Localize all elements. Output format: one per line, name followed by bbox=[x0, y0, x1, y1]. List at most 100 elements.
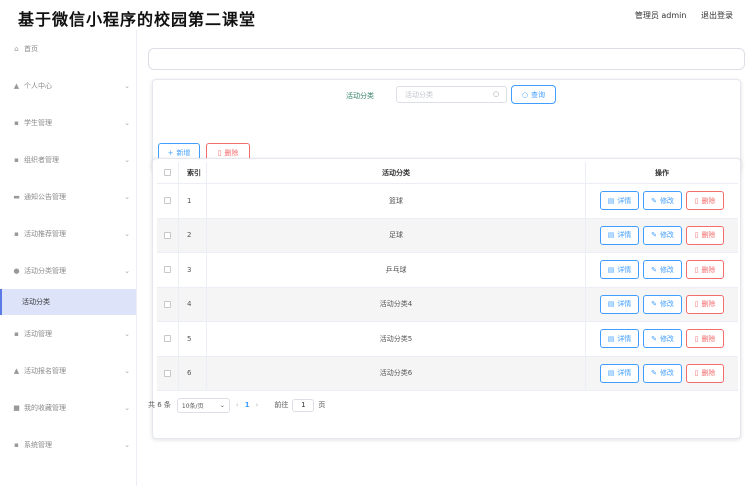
detail-button[interactable]: ▤ 详情 bbox=[600, 191, 639, 211]
row-actions: ▤ 详情 ✎ 修改 ▯ 删除 bbox=[586, 357, 738, 391]
delete-button-label: 删除 bbox=[701, 369, 716, 378]
table-row: 6 活动分类6 ▤ 详情 ✎ 修改 ▯ 删除 bbox=[157, 356, 738, 391]
detail-button-label: 详情 bbox=[617, 231, 632, 240]
document-icon: ▤ bbox=[607, 369, 615, 378]
trash-icon: ▯ bbox=[694, 196, 699, 205]
edit-button-label: 修改 bbox=[659, 231, 674, 240]
page-size-value: 10条/页 bbox=[181, 402, 204, 410]
detail-button-label: 详情 bbox=[617, 334, 632, 343]
sidebar-item-9[interactable]: ■ 我的收藏管理 ⌄ bbox=[0, 389, 136, 426]
chevron-down-icon: ⌄ bbox=[124, 440, 130, 449]
sidebar-subitem-active[interactable]: 活动分类 bbox=[0, 289, 136, 315]
row-category-name: 活动分类4 bbox=[207, 287, 586, 321]
prev-page-button[interactable]: ‹ bbox=[236, 401, 239, 409]
edit-button[interactable]: ✎ 修改 bbox=[643, 191, 682, 211]
row-checkbox[interactable] bbox=[164, 335, 171, 343]
grid-icon: ▪ bbox=[14, 155, 19, 164]
chevron-down-icon: ⌄ bbox=[124, 366, 130, 375]
table-row: 3 乒乓球 ▤ 详情 ✎ 修改 ▯ 删除 bbox=[157, 253, 738, 288]
row-checkbox[interactable] bbox=[164, 197, 171, 205]
delete-button[interactable]: ▯ 删除 bbox=[686, 225, 724, 245]
document-icon: ▤ bbox=[607, 334, 615, 343]
edit-button[interactable]: ✎ 修改 bbox=[643, 260, 682, 280]
edit-button-label: 修改 bbox=[659, 196, 674, 205]
row-checkbox[interactable] bbox=[164, 300, 171, 308]
detail-button[interactable]: ▤ 详情 bbox=[600, 260, 639, 280]
edit-icon: ✎ bbox=[651, 300, 657, 309]
delete-button-label: 删除 bbox=[701, 196, 716, 205]
sidebar-item-label: 我的收藏管理 bbox=[24, 403, 66, 412]
row-actions: ▤ 详情 ✎ 修改 ▯ 删除 bbox=[586, 253, 738, 287]
trash-icon: ▯ bbox=[694, 369, 699, 378]
row-checkbox[interactable] bbox=[164, 369, 171, 377]
next-page-button[interactable]: › bbox=[256, 401, 259, 409]
row-index: 6 bbox=[179, 356, 207, 390]
sidebar-item-1[interactable]: ▲ 个人中心 ⌄ bbox=[0, 67, 136, 104]
table-row: 1 篮球 ▤ 详情 ✎ 修改 ▯ 删除 bbox=[157, 184, 738, 219]
row-actions: ▤ 详情 ✎ 修改 ▯ 删除 bbox=[586, 184, 738, 218]
page-size-select[interactable]: 10条/页 ⌄ bbox=[176, 397, 230, 413]
row-actions: ▤ 详情 ✎ 修改 ▯ 删除 bbox=[586, 219, 738, 253]
select-all-cell bbox=[157, 162, 179, 183]
edit-button[interactable]: ✎ 修改 bbox=[643, 363, 682, 383]
detail-button[interactable]: ▤ 详情 bbox=[600, 363, 639, 383]
goto-page-input[interactable] bbox=[292, 398, 315, 412]
row-index: 1 bbox=[179, 184, 207, 218]
row-category-name: 活动分类6 bbox=[207, 356, 586, 390]
detail-button-label: 详情 bbox=[617, 369, 632, 378]
select-all-checkbox[interactable] bbox=[164, 169, 171, 176]
detail-button[interactable]: ▤ 详情 bbox=[600, 294, 639, 314]
query-button[interactable]: ○ 查询 bbox=[511, 85, 556, 104]
row-index: 3 bbox=[179, 253, 207, 287]
column-header-index: 索引 bbox=[179, 162, 207, 183]
sidebar-item-7[interactable]: ▪ 活动管理 ⌄ bbox=[0, 315, 136, 352]
edit-button[interactable]: ✎ 修改 bbox=[643, 225, 682, 245]
sidebar-item-4[interactable]: ▬ 通知公告管理 ⌄ bbox=[0, 178, 136, 215]
row-index: 5 bbox=[179, 322, 207, 356]
search-icon: ○ bbox=[521, 90, 529, 99]
detail-button[interactable]: ▤ 详情 bbox=[600, 225, 639, 245]
top-bar: 基于微信小程序的校园第二课堂 管理员 admin 退出登录 bbox=[0, 0, 755, 30]
delete-button[interactable]: ▯ 删除 bbox=[686, 363, 724, 383]
delete-button[interactable]: ▯ 删除 bbox=[686, 260, 724, 280]
trash-icon: ▯ bbox=[694, 265, 699, 274]
sidebar-item-3[interactable]: ▪ 组织者管理 ⌄ bbox=[0, 141, 136, 178]
row-checkbox[interactable] bbox=[164, 266, 171, 274]
delete-button[interactable]: ▯ 删除 bbox=[686, 294, 724, 314]
edit-button[interactable]: ✎ 修改 bbox=[643, 294, 682, 314]
detail-button-label: 详情 bbox=[617, 196, 632, 205]
row-category-name: 足球 bbox=[207, 218, 586, 252]
sidebar-item-5[interactable]: ▪ 活动推荐管理 ⌄ bbox=[0, 215, 136, 252]
delete-button[interactable]: ▯ 删除 bbox=[686, 329, 724, 349]
table-row: 5 活动分类5 ▤ 详情 ✎ 修改 ▯ 删除 bbox=[157, 322, 738, 357]
trash-icon: ▯ bbox=[694, 334, 699, 343]
sidebar-item-label: 学生管理 bbox=[24, 118, 52, 127]
detail-button[interactable]: ▤ 详情 bbox=[600, 329, 639, 349]
sidebar-item-8[interactable]: ▲ 活动报名管理 ⌄ bbox=[0, 352, 136, 389]
delete-button[interactable]: ▯ 删除 bbox=[686, 191, 724, 211]
edit-icon: ✎ bbox=[651, 196, 657, 205]
edit-button[interactable]: ✎ 修改 bbox=[643, 329, 682, 349]
search-input[interactable] bbox=[396, 86, 507, 103]
document-icon: ▤ bbox=[607, 300, 615, 309]
plus-icon: + bbox=[167, 149, 174, 157]
sidebar-item-label: 活动分类管理 bbox=[24, 266, 66, 275]
sidebar-item-6[interactable]: ● 活动分类管理 ⌄ bbox=[0, 252, 136, 289]
row-index: 2 bbox=[179, 218, 207, 252]
row-category-name: 乒乓球 bbox=[207, 253, 586, 287]
row-checkbox[interactable] bbox=[164, 231, 171, 239]
pagination-total: 共 6 条 bbox=[148, 401, 171, 409]
sidebar-item-0[interactable]: ⌂ 首页 bbox=[0, 30, 136, 67]
delete-button-label: 删除 bbox=[701, 265, 716, 274]
delete-button-label: 删除 bbox=[701, 334, 716, 343]
row-actions: ▤ 详情 ✎ 修改 ▯ 删除 bbox=[586, 288, 738, 322]
logout-link[interactable]: 退出登录 bbox=[701, 11, 733, 20]
sidebar-item-2[interactable]: ▪ 学生管理 ⌄ bbox=[0, 104, 136, 141]
sidebar-item-label: 通知公告管理 bbox=[24, 192, 66, 201]
sidebar-item-10[interactable]: ▪ 系统管理 ⌄ bbox=[0, 426, 136, 463]
trash-icon: ▯ bbox=[217, 149, 222, 157]
search-label: 活动分类 bbox=[346, 92, 374, 100]
row-category-name: 活动分类5 bbox=[207, 322, 586, 356]
page-number-current[interactable]: 1 bbox=[245, 401, 250, 409]
goto-label: 前往 bbox=[274, 401, 289, 409]
